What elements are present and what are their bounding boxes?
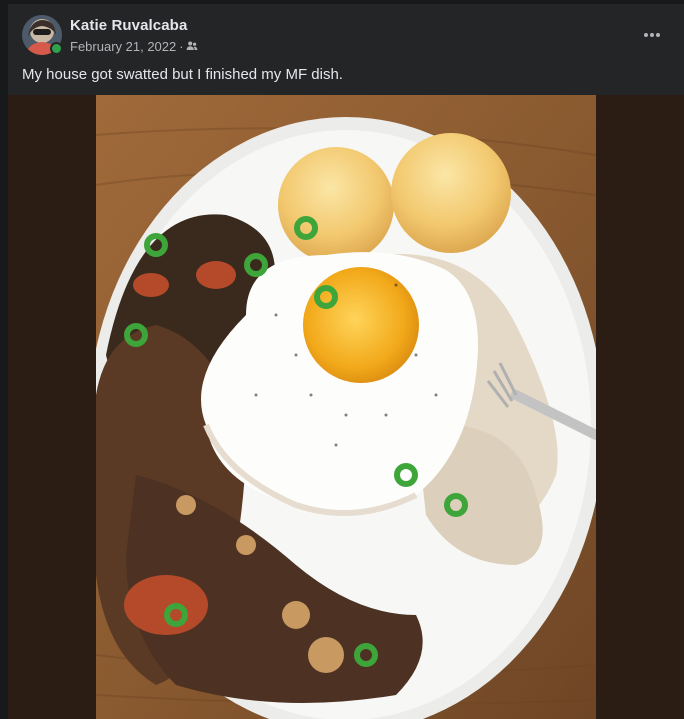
post-date[interactable]: February 21, 2022 xyxy=(70,39,176,54)
post-card: Katie Ruvalcaba February 21, 2022 · My h… xyxy=(8,4,684,719)
author-avatar[interactable] xyxy=(22,15,63,55)
author-name[interactable]: Katie Ruvalcaba xyxy=(70,17,187,34)
post-photo[interactable] xyxy=(96,95,596,719)
post-options-button[interactable] xyxy=(634,20,670,48)
post-media xyxy=(8,95,684,719)
post-meta: February 21, 2022 · xyxy=(70,38,198,54)
post-caption: My house got swatted but I finished my M… xyxy=(22,66,343,83)
online-status-dot xyxy=(50,42,63,55)
more-horizontal-icon xyxy=(643,25,661,43)
friends-icon[interactable] xyxy=(186,40,198,52)
post-header: Katie Ruvalcaba February 21, 2022 · xyxy=(8,4,684,64)
meta-separator: · xyxy=(179,38,184,54)
